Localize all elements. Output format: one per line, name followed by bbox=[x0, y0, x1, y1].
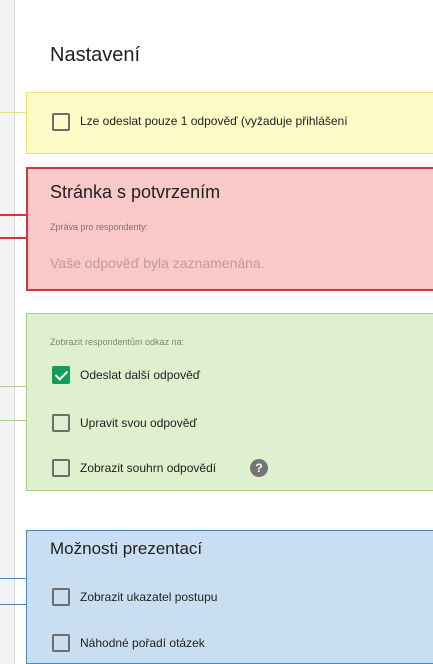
red-connector-top bbox=[0, 214, 27, 216]
shuffle-questions-checkbox[interactable] bbox=[52, 634, 70, 652]
progress-bar-checkbox[interactable] bbox=[52, 588, 70, 606]
help-icon[interactable]: ? bbox=[250, 459, 268, 477]
shuffle-questions-label: Náhodné pořadí otázek bbox=[80, 636, 205, 650]
one-response-label: Lze odeslat pouze 1 odpověď (vyžaduje př… bbox=[80, 114, 348, 128]
confirmation-message-label: Zpráva pro respondenty: bbox=[50, 222, 149, 232]
respondent-links-heading: Zobrazit respondentům odkaz na: bbox=[50, 337, 185, 347]
left-gutter bbox=[0, 0, 14, 664]
edit-response-checkbox[interactable] bbox=[52, 414, 70, 432]
send-another-checkbox[interactable] bbox=[52, 366, 70, 384]
confirmation-heading: Stránka s potvrzením bbox=[50, 182, 221, 202]
confirmation-message-input[interactable]: Vaše odpověď byla zaznamenána. bbox=[50, 255, 265, 271]
blue-connector-top bbox=[0, 578, 27, 579]
progress-bar-label: Zobrazit ukazatel postupu bbox=[80, 590, 218, 604]
green-connector-top bbox=[0, 386, 27, 387]
yellow-connector bbox=[0, 112, 27, 113]
send-another-label: Odeslat další odpověď bbox=[80, 368, 201, 382]
edit-response-label: Upravit svou odpověď bbox=[80, 416, 197, 430]
show-summary-label: Zobrazit souhrn odpovědí bbox=[80, 461, 217, 475]
blue-connector-bottom bbox=[0, 604, 27, 605]
presentation-heading: Možnosti prezentací bbox=[50, 539, 203, 558]
one-response-checkbox[interactable] bbox=[52, 113, 70, 131]
show-summary-checkbox[interactable] bbox=[52, 459, 70, 477]
red-connector-bottom bbox=[0, 237, 27, 239]
settings-title: Nastavení bbox=[50, 44, 141, 66]
green-connector-bottom bbox=[0, 420, 27, 421]
